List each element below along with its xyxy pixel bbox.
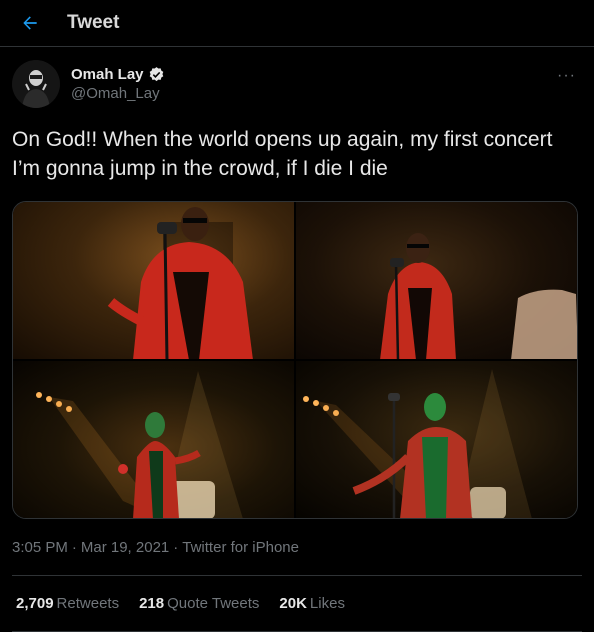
photo-2[interactable]	[296, 202, 577, 359]
separator: ·	[71, 539, 77, 556]
likes-stat[interactable]: 20K Likes	[279, 595, 345, 612]
quote-tweets-label: Quote Tweets	[167, 595, 260, 612]
tweet-time[interactable]: 3:05 PM	[12, 539, 68, 556]
retweets-count: 2,709	[16, 595, 54, 612]
tweet-meta: 3:05 PM · Mar 19, 2021 · Twitter for iPh…	[12, 520, 582, 576]
retweets-label: Retweets	[56, 595, 120, 612]
likes-label: Likes	[309, 595, 345, 612]
photo-3[interactable]	[13, 361, 294, 518]
photo-1[interactable]	[13, 202, 294, 359]
likes-count: 20K	[279, 595, 307, 612]
photo-4[interactable]	[296, 361, 577, 518]
page-title: Tweet	[67, 12, 120, 33]
avatar[interactable]	[12, 60, 60, 108]
tweet-author: Omah Lay @Omah_Lay ···	[0, 47, 594, 121]
user-handle[interactable]: @Omah_Lay	[71, 85, 165, 102]
tweet-source[interactable]: Twitter for iPhone	[182, 539, 299, 556]
media-grid	[12, 201, 578, 519]
back-button[interactable]	[19, 12, 41, 34]
header: Tweet	[0, 0, 594, 47]
arrow-left-icon	[23, 16, 37, 30]
display-name[interactable]: Omah Lay	[71, 66, 144, 83]
tweet-text: On God!! When the world opens up again, …	[12, 128, 553, 180]
verified-badge-icon	[148, 66, 165, 83]
tweet-stats: 2,709 Retweets 218 Quote Tweets 20K Likes	[12, 576, 582, 632]
quote-tweets-stat[interactable]: 218 Quote Tweets	[139, 595, 259, 612]
author-names: Omah Lay @Omah_Lay	[71, 66, 165, 102]
tweet-date[interactable]: Mar 19, 2021	[81, 539, 169, 556]
quote-tweets-count: 218	[139, 595, 165, 612]
separator: ·	[173, 539, 179, 556]
more-options-button[interactable]: ···	[557, 67, 576, 85]
retweets-stat[interactable]: 2,709 Retweets	[16, 595, 119, 612]
